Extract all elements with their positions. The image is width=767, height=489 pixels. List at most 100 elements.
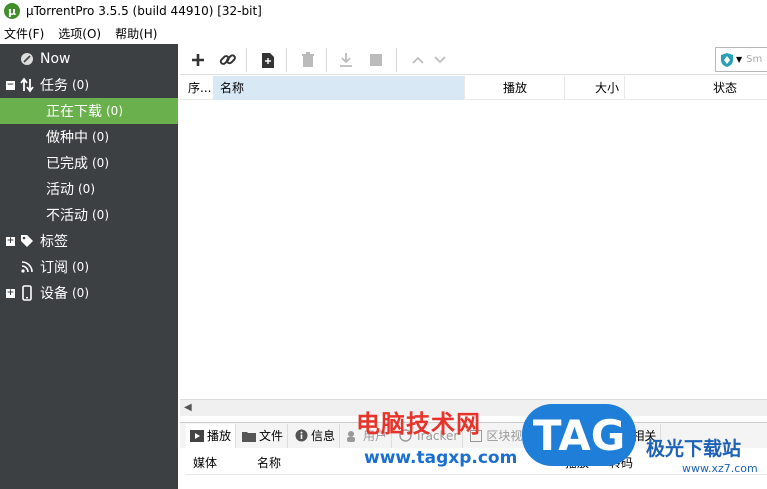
column-status[interactable]: 状态 — [625, 76, 767, 100]
sidebar-item-label: 不活动 — [46, 208, 88, 224]
sidebar-item-count: (0) — [92, 208, 109, 222]
sidebar-item-active[interactable]: 活动 (0) — [0, 176, 178, 202]
column-detail-name[interactable]: 名称 — [257, 451, 281, 475]
tab-label: 文件 — [259, 429, 284, 443]
sidebar-item-count: (0) — [92, 156, 109, 170]
rss-icon — [19, 259, 35, 275]
utorrent-logo-icon: µ — [4, 3, 20, 19]
tab-label: 日志 — [580, 429, 605, 443]
move-up-button[interactable] — [408, 50, 428, 70]
sidebar-item-label: 订阅 — [40, 260, 68, 276]
column-detail-transcode[interactable]: 转码 — [609, 451, 633, 475]
sidebar-item-count: (0) — [72, 78, 89, 92]
info-icon — [294, 429, 308, 443]
sidebar-item-label: 已完成 — [46, 156, 88, 172]
play-icon — [190, 429, 204, 443]
tab-label: 速度 — [545, 429, 570, 443]
window-title: µTorrentPro 3.5.5 (build 44910) [32-bit] — [26, 4, 262, 18]
sidebar-item-label: 任务 — [40, 78, 68, 94]
sidebar-item-feeds[interactable]: 订阅 (0) — [0, 254, 178, 280]
sidebar-item-downloading[interactable]: 正在下载 (0) — [0, 98, 178, 124]
column-seq[interactable]: 序... — [180, 76, 214, 100]
stop-icon — [370, 54, 382, 66]
scroll-left-icon[interactable]: ◀ — [184, 402, 192, 413]
chevron-down-icon — [434, 56, 446, 64]
column-size[interactable]: 大小 — [565, 76, 625, 100]
sidebar-item-label: 设备 — [40, 286, 68, 302]
title-bar: µ µTorrentPro 3.5.5 (build 44910) [32-bi… — [0, 0, 767, 22]
remove-button[interactable] — [298, 50, 318, 70]
detail-list-header: 媒体 名称 播放 转码 — [185, 451, 767, 475]
download-arrow-icon — [340, 53, 352, 67]
trash-icon — [302, 52, 314, 67]
move-down-button[interactable] — [430, 50, 450, 70]
folder-icon — [242, 429, 257, 443]
sidebar-item-label: Now — [40, 51, 71, 67]
create-torrent-button[interactable] — [258, 50, 278, 70]
sidebar-item-count: (0) — [72, 260, 89, 274]
tab-label: 相关 — [632, 429, 657, 443]
add-torrent-button[interactable] — [188, 50, 208, 70]
toolbar-separator — [246, 48, 247, 72]
horizontal-scrollbar[interactable]: ◀ — [180, 399, 767, 416]
sidebar-item-seeding[interactable]: 做种中 (0) — [0, 124, 178, 150]
sidebar-item-tasks[interactable]: − 任务 (0) — [0, 72, 178, 98]
sidebar-item-count: (0) — [72, 286, 89, 300]
tab-label: 信息 — [311, 429, 336, 443]
link-icon — [219, 54, 236, 65]
dropdown-arrow-icon[interactable]: ▼ — [736, 55, 742, 64]
tag-icon — [19, 233, 35, 249]
tab-peers[interactable]: 用户 — [342, 423, 393, 448]
sidebar-item-count: (0) — [92, 130, 109, 144]
sidebar-item-label: 标签 — [40, 234, 68, 250]
toolbar-separator — [286, 48, 287, 72]
torrent-list-header: 序... 名称 播放 大小 状态 — [180, 76, 767, 100]
tab-play[interactable]: 播放 — [186, 423, 237, 448]
sidebar-item-labels[interactable]: + 标签 — [0, 228, 178, 254]
tab-pieces[interactable]: 区块视图 — [465, 423, 540, 448]
column-name[interactable]: 名称 — [214, 76, 465, 100]
chevron-up-icon — [412, 56, 424, 64]
sidebar: Now − 任务 (0) 正在下载 (0) 做种中 (0) 已完成 (0) 活动… — [0, 44, 178, 489]
stop-button[interactable] — [366, 50, 386, 70]
tab-trackers[interactable]: Tracker — [394, 423, 464, 448]
phone-icon — [19, 285, 35, 301]
toolbar: ▼ Sm — [180, 44, 767, 75]
tracker-icon — [398, 429, 412, 443]
users-icon — [346, 429, 360, 443]
column-detail-play[interactable]: 播放 — [565, 451, 589, 475]
expand-icon[interactable]: + — [6, 288, 15, 298]
menu-file[interactable]: 文件(F) — [4, 25, 44, 42]
torrent-list[interactable] — [180, 101, 767, 399]
tab-related[interactable]: 相关 — [611, 423, 662, 448]
column-play[interactable]: 播放 — [465, 76, 565, 100]
tab-label: 播放 — [207, 429, 232, 443]
menu-bar: 文件(F) 选项(O) 帮助(H) — [0, 23, 767, 43]
add-url-button[interactable] — [218, 50, 238, 70]
search-input[interactable]: Sm — [746, 54, 762, 65]
sidebar-item-count: (0) — [106, 104, 123, 118]
tab-speed[interactable]: 速度 — [541, 423, 575, 448]
tab-label: 用户 — [363, 429, 388, 443]
sidebar-item-devices[interactable]: + 设备 (0) — [0, 280, 178, 306]
expand-icon[interactable]: + — [6, 236, 15, 246]
sidebar-item-completed[interactable]: 已完成 (0) — [0, 150, 178, 176]
tab-info[interactable]: 信息 — [290, 423, 341, 448]
grid-icon — [469, 429, 483, 443]
sidebar-item-inactive[interactable]: 不活动 (0) — [0, 202, 178, 228]
tab-logger[interactable]: 日志 — [576, 423, 610, 448]
collapse-icon[interactable]: − — [6, 80, 15, 90]
search-box[interactable]: ▼ Sm — [715, 47, 767, 72]
new-file-icon — [262, 52, 274, 68]
column-media[interactable]: 媒体 — [193, 451, 217, 475]
menu-options[interactable]: 选项(O) — [58, 25, 101, 42]
tab-label: 区块视图 — [486, 429, 535, 443]
plus-icon — [192, 54, 204, 66]
sidebar-item-now[interactable]: Now — [0, 46, 178, 72]
menu-help[interactable]: 帮助(H) — [115, 25, 157, 42]
start-button[interactable] — [336, 50, 356, 70]
transfer-arrows-icon — [19, 77, 35, 93]
sidebar-item-label: 正在下载 — [46, 104, 102, 120]
toolbar-separator — [326, 48, 327, 72]
tab-files[interactable]: 文件 — [238, 423, 289, 448]
